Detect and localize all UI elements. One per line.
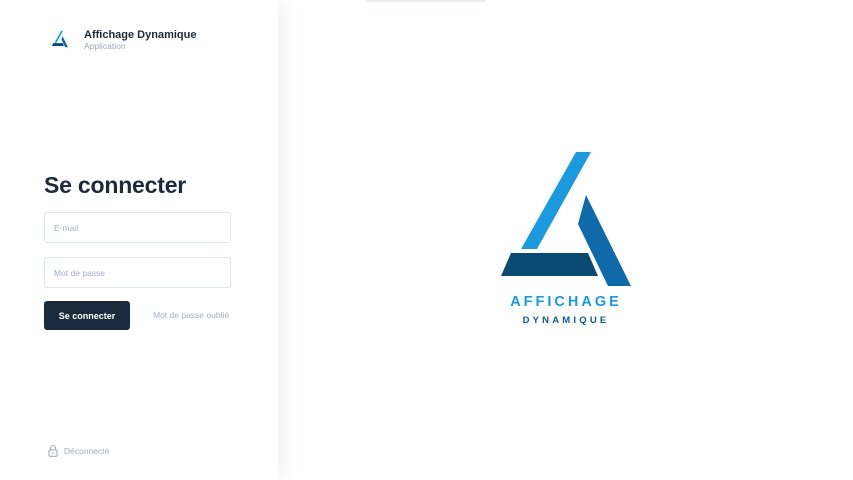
login-button[interactable]: Se connecter — [44, 301, 130, 330]
affichage-dynamique-logo — [501, 152, 631, 286]
brand-title: Affichage Dynamique — [84, 29, 197, 41]
logo-wordmark-line2: DYNAMIQUE — [522, 315, 610, 326]
email-field[interactable] — [44, 212, 231, 243]
top-divider — [366, 0, 486, 2]
status-text: Déconnecté — [64, 445, 110, 456]
brand-header: Affichage Dynamique Application — [52, 29, 196, 52]
connection-status: Déconnecté — [48, 444, 109, 457]
login-sidebar: Affichage Dynamique Application Se conne… — [0, 0, 278, 480]
triangle-a-logo-icon — [52, 30, 68, 48]
brand-text: Affichage Dynamique Application — [84, 29, 196, 52]
password-field[interactable] — [44, 257, 231, 288]
main-area: AFFICHAGE DYNAMIQUE — [278, 0, 853, 480]
logo-wordmark-line1: AFFICHAGE — [510, 294, 622, 310]
lock-icon — [48, 444, 58, 457]
login-title: Se connecter — [44, 172, 187, 198]
forgot-password-link[interactable]: Mot de passe oublié — [153, 310, 229, 320]
brand-subtitle: Application — [84, 41, 126, 51]
